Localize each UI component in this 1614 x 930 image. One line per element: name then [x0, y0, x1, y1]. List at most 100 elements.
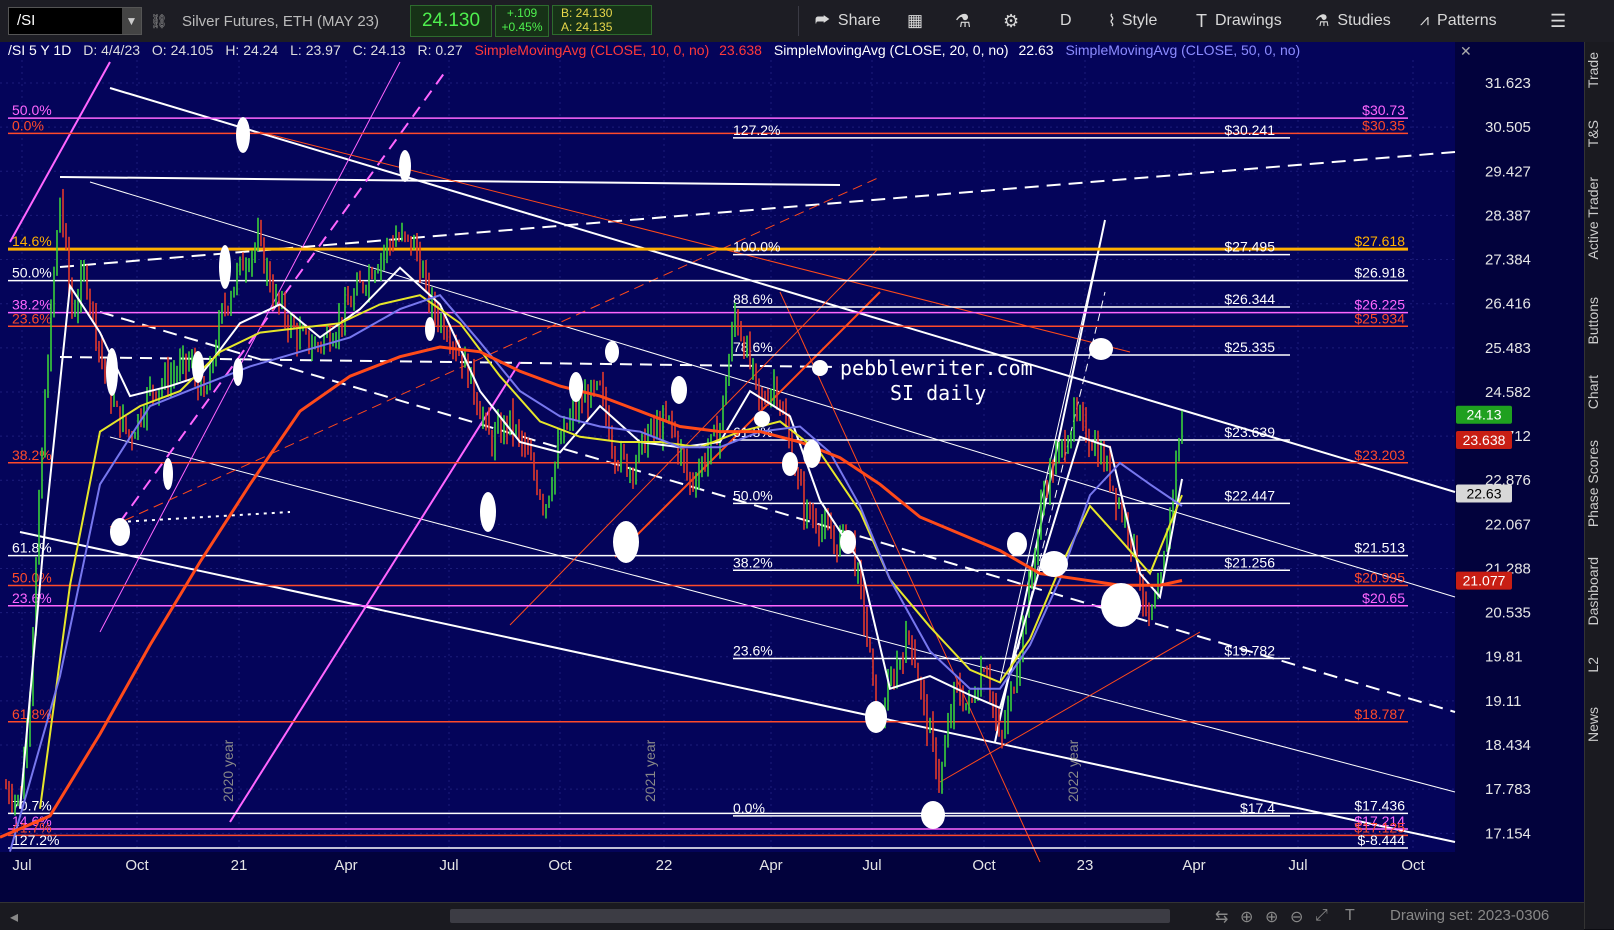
header-low: L: 23.97: [290, 42, 341, 58]
sidebar-tab-trade[interactable]: Trade: [1585, 52, 1614, 88]
fib-price-label: $26.344: [1224, 291, 1275, 307]
price-chart[interactable]: 50.0% $30.73 0.0% $30.35 14.6% $27.618 50.0% $2…: [0, 42, 1584, 902]
sma20-value: 22.63: [1019, 42, 1054, 58]
top-toolbar: /SI ▼ ⛓ Silver Futures, ETH (MAY 23) 24.…: [0, 0, 1614, 43]
price-tick-label: 19.81: [1485, 649, 1523, 666]
sidebar-tab-phase-scores[interactable]: Phase Scores: [1585, 440, 1614, 527]
pivot-marker: [110, 518, 130, 546]
header-close: C: 24.13: [353, 42, 406, 58]
drawings-button[interactable]: T Drawings: [1196, 0, 1282, 42]
time-tick-label: Apr: [334, 857, 357, 874]
pivot-marker: [1089, 338, 1113, 360]
level-left-label: 14.6%: [12, 233, 52, 249]
fib-percent-label: 38.2%: [733, 554, 773, 570]
price-tick-label: 31.623: [1485, 75, 1531, 92]
header-range: R: 0.27: [417, 42, 462, 58]
pivot-marker: [812, 360, 828, 376]
level-left-label: 61.8%: [12, 706, 52, 722]
fib-price-label: $17.4: [1240, 800, 1275, 816]
year-label: 2022 year: [1065, 739, 1081, 802]
bid-ask-box: B: 24.130 A: 24.135: [552, 5, 652, 35]
header-date: D: 4/4/23: [83, 42, 140, 58]
price-tick-label: 29.427: [1485, 163, 1531, 180]
style-label: Style: [1121, 12, 1158, 29]
net-change: +.109: [506, 6, 538, 20]
text-tool-icon: T: [1196, 10, 1207, 31]
pivot-marker: [399, 150, 411, 182]
header-text: /SI 5 Y 1D D: 4/4/23 O: 24.105 H: 24.24 …: [8, 42, 1300, 58]
sidebar-tab-chart[interactable]: Chart: [1585, 375, 1614, 409]
gear-icon[interactable]: ⚙: [1003, 0, 1019, 42]
symbol-text: /SI: [17, 12, 36, 29]
time-shift-icon[interactable]: ⇆: [1215, 907, 1228, 927]
level-price-label: $23.203: [1354, 447, 1405, 463]
crosshair-icon[interactable]: ✕: [1460, 43, 1472, 59]
sidebar-tab-l2[interactable]: L2: [1585, 657, 1614, 673]
level-price-label: $17.436: [1354, 797, 1405, 813]
menu-icon[interactable]: ☰: [1550, 0, 1566, 42]
pivot-marker: [480, 492, 496, 532]
crosshair-icon[interactable]: ⊕: [1240, 907, 1253, 927]
grid-icon[interactable]: ▦: [907, 0, 923, 42]
patterns-button[interactable]: ⩘ Patterns: [1420, 0, 1497, 42]
price-tick-label: 25.483: [1485, 340, 1531, 357]
link-icon[interactable]: ⛓: [150, 0, 168, 42]
price-tick-label: 17.154: [1485, 825, 1531, 842]
pivot-marker: [840, 530, 856, 554]
fib-percent-label: 88.6%: [733, 291, 773, 307]
style-button[interactable]: ⌇ Style: [1108, 0, 1157, 42]
fib-price-label: $25.335: [1224, 339, 1275, 355]
change-box: +.109 +0.45%: [495, 5, 549, 37]
price-tick-label: 24.582: [1485, 384, 1531, 401]
percent-change: +0.45%: [501, 20, 543, 34]
flask-icon[interactable]: ⚗: [955, 0, 971, 42]
time-tick-label: Oct: [1401, 857, 1425, 874]
header-high: H: 24.24: [225, 42, 278, 58]
price-badge-label: 22.63: [1466, 485, 1501, 501]
price-tick-label: 26.416: [1485, 296, 1531, 313]
price-tick-label: 28.387: [1485, 207, 1531, 224]
toolbar-divider: [798, 6, 799, 36]
zoom-out-icon[interactable]: ⊖: [1290, 907, 1303, 927]
level-left-label: 0.0%: [12, 117, 44, 133]
pivot-marker: [569, 372, 583, 402]
fib-price-label: $19.782: [1224, 642, 1275, 658]
level-left-label: 50.0%: [12, 265, 52, 281]
pivot-marker: [921, 801, 945, 829]
scroll-left-icon[interactable]: ◂: [10, 907, 18, 927]
sma10-value: 23.638: [719, 42, 762, 58]
time-tick-label: 22: [656, 857, 673, 874]
price-badge-label: 23.638: [1463, 432, 1506, 448]
zoom-icon[interactable]: ⤢: [1315, 907, 1328, 925]
price-tick-label: 17.783: [1485, 781, 1531, 798]
pivot-marker: [163, 458, 173, 490]
text-tool-icon[interactable]: T: [1345, 907, 1355, 925]
year-label: 2021 year: [642, 739, 658, 802]
chart-scrollbar[interactable]: [450, 909, 1170, 923]
symbol-input[interactable]: /SI ▼: [8, 7, 142, 35]
pivot-marker: [1101, 583, 1141, 627]
sidebar-tab-t-s[interactable]: T&S: [1585, 120, 1614, 147]
study-header: /SI 5 Y 1D D: 4/4/23 O: 24.105 H: 24.24 …: [0, 42, 1472, 60]
studies-button[interactable]: ⚗ Studies: [1315, 0, 1391, 42]
sidebar-tab-active-trader[interactable]: Active Trader: [1585, 177, 1614, 259]
patterns-icon: ⩘: [1420, 12, 1430, 29]
sidebar-tab-buttons[interactable]: Buttons: [1585, 297, 1614, 344]
period-button[interactable]: D: [1060, 0, 1072, 42]
drawings-label: Drawings: [1215, 12, 1282, 29]
level-left-label: 50.0%: [12, 102, 52, 118]
level-left-label: 50.0%: [12, 569, 52, 585]
sidebar-tab-news[interactable]: News: [1585, 707, 1614, 742]
time-tick-label: Oct: [125, 857, 149, 874]
sidebar-tab-dashboard[interactable]: Dashboard: [1585, 557, 1614, 626]
share-button[interactable]: ⮫ Share: [815, 0, 881, 42]
zoom-in-icon[interactable]: ⊕: [1265, 907, 1278, 927]
pivot-marker: [754, 411, 770, 427]
level-left-label: 61.8%: [12, 540, 52, 556]
watermark-subtitle: SI daily: [890, 381, 986, 405]
chevron-down-icon[interactable]: ▼: [122, 8, 141, 34]
time-tick-label: Oct: [972, 857, 996, 874]
share-label: Share: [837, 12, 881, 29]
fib-price-label: $30.241: [1224, 122, 1275, 138]
drawing-set-selector[interactable]: Drawing set: 2023-0306: [1390, 907, 1549, 924]
